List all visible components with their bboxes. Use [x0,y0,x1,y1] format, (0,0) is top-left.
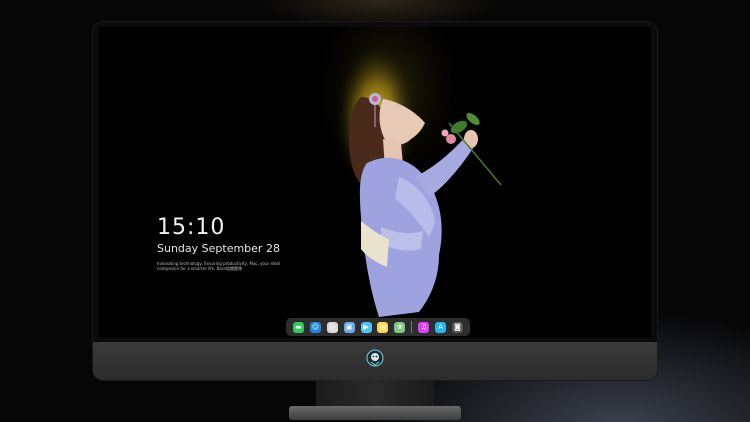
app-store-icon[interactable]: A [435,321,447,333]
safari-icon[interactable]: ◎ [326,321,338,333]
clapper-icon[interactable]: ▶ [360,321,372,333]
music-icon[interactable]: ♫ [418,321,430,333]
monitor-chin [93,342,657,380]
messages-icon[interactable]: ▬ [292,321,304,333]
dock-separator [411,321,413,333]
camera-icon[interactable]: ◙ [452,321,464,333]
dock: ▬ ☺ ◎ ▣ ▶ ▤ ❀ ♫ A ◙ [286,318,470,336]
lock-screen[interactable]: 15:10 Sunday September 28 Innovating tec… [99,27,651,338]
lock-clock: 15:10 [157,215,226,240]
monitor-stand-base [289,406,461,420]
preview-icon[interactable]: ▣ [343,321,355,333]
lock-date: Sunday September 28 [157,242,280,255]
brand-logo-icon [366,349,384,367]
lock-tagline: Innovating technology, Ensuring producti… [157,261,281,271]
imac-monitor: 15:10 Sunday September 28 Innovating tec… [93,22,657,380]
finder-icon[interactable]: ☺ [309,321,321,333]
monitor-stand [316,380,434,408]
wallpaper-image [319,27,502,317]
notes-icon[interactable]: ▤ [377,321,389,333]
photos-icon[interactable]: ❀ [394,321,406,333]
